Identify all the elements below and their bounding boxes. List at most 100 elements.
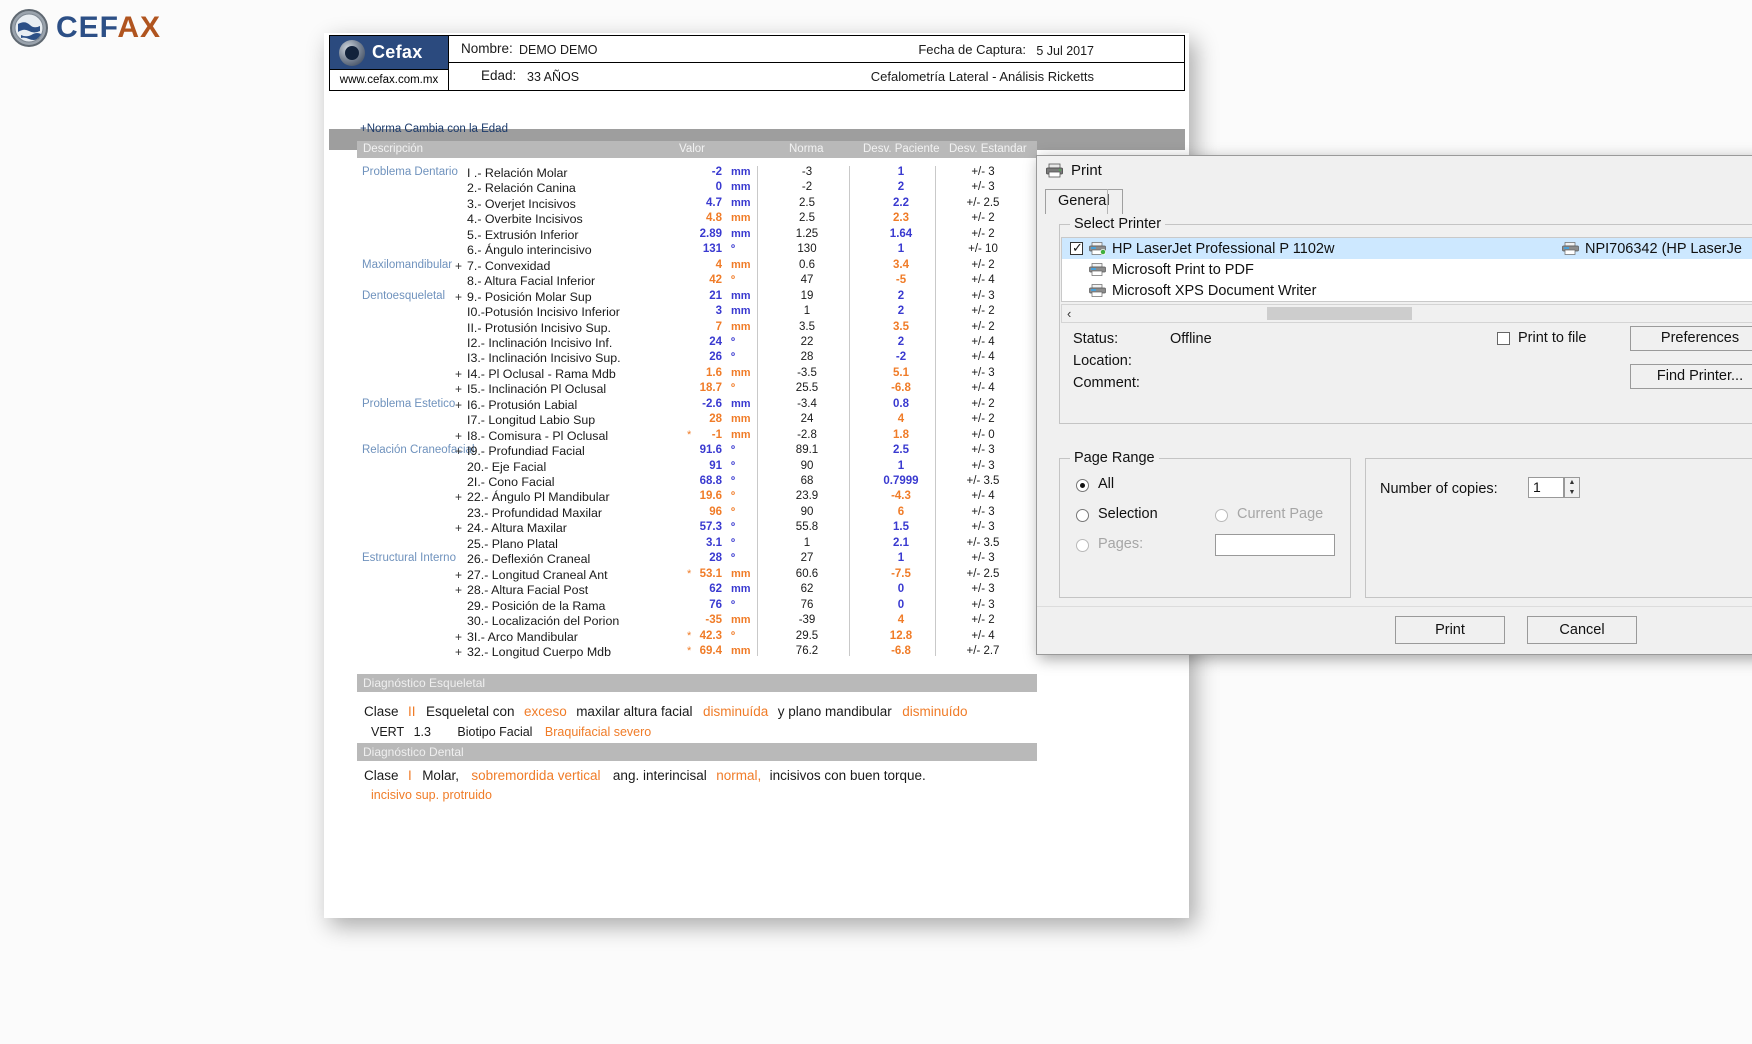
row-desv-estandar: +/- 0 — [971, 428, 995, 441]
row-unit: º — [731, 536, 736, 549]
row-value: 91 — [709, 459, 722, 472]
row-desv-paciente: 3.5 — [893, 320, 909, 333]
name-value: DEMO DEMO — [519, 43, 598, 57]
row-description: 28.- Altura Facial Post — [467, 583, 589, 598]
row-description: II.- Protusión Incisivo Sup. — [467, 320, 611, 335]
row-description: 6.- Ángulo interincisivo — [467, 243, 592, 258]
row-description: 27.- Longitud Craneal Ant — [467, 567, 608, 582]
row-unit: mm — [731, 289, 751, 302]
row-value: 4.8 — [706, 212, 722, 225]
table-row: 25.- Plano Platal 3.1 º 1 2.1 +/- 3.5 — [357, 537, 1037, 552]
row-norma: -3.5 — [797, 366, 817, 379]
row-norma: -3.4 — [797, 397, 817, 410]
scrollbar-thumb[interactable] — [1267, 307, 1412, 320]
page-range-group: Page Range All Selection Current Page Pa… — [1059, 450, 1351, 598]
find-printer-button[interactable]: Find Printer... — [1630, 364, 1752, 389]
age-value: 33 AÑOS — [527, 70, 580, 84]
printer-item-2[interactable]: Microsoft XPS Document Writer — [1062, 280, 1752, 301]
table-row: 30.- Localización del Porion -35 mm -39 4 +/-… — [357, 614, 1037, 629]
row-value: -2.6 — [702, 397, 722, 410]
row-value: 26 — [709, 351, 722, 364]
row-unit: mm — [731, 305, 751, 318]
printer-list[interactable]: HP LaserJet Professional P 1102w Microso… — [1061, 237, 1752, 302]
radio-selection-label: Selection — [1098, 506, 1158, 522]
print-dialog-titlebar[interactable]: Print ✕ — [1037, 156, 1752, 186]
preferences-button[interactable]: Preferences — [1630, 326, 1752, 351]
table-row: 5.- Extrusión Inferior 2.89 mm 1.25 1.64 +/- … — [357, 228, 1037, 243]
col-descripcion: Descripción — [363, 143, 424, 155]
row-desv-paciente: 2 — [897, 289, 905, 302]
row-value: 1.6 — [706, 366, 722, 379]
row-unit: mm — [731, 397, 751, 410]
row-value: 131 — [702, 243, 722, 256]
row-plus-marker: + — [455, 644, 463, 659]
printer-port-column: NPI706342 (HP LaserJe — [1562, 238, 1742, 259]
printer-list-scrollbar[interactable]: ‹ › — [1061, 304, 1752, 323]
printer-name-2: Microsoft XPS Document Writer — [1112, 282, 1317, 299]
name-label: Nombre: — [461, 41, 513, 56]
report-logo-word: Cefax — [372, 42, 423, 62]
row-desv-estandar: +/- 4 — [971, 335, 995, 348]
row-desv-paciente: 1.8 — [893, 428, 909, 441]
row-unit: mm — [731, 413, 751, 426]
diag-dental-band: Diagnóstico Dental — [357, 743, 1037, 761]
cancel-button[interactable]: Cancel — [1527, 616, 1637, 644]
capture-date-label: Fecha de Captura: — [918, 42, 1026, 57]
row-norma: 29.5 — [795, 629, 819, 642]
row-unit: º — [731, 459, 736, 472]
stepper-down-icon[interactable]: ▼ — [1565, 489, 1579, 498]
row-desv-paciente: 0 — [897, 598, 905, 611]
radio-pages[interactable] — [1076, 539, 1089, 552]
radio-all[interactable] — [1076, 479, 1089, 492]
stepper-up-icon[interactable]: ▲ — [1565, 479, 1579, 488]
tab-general[interactable]: General — [1045, 189, 1123, 214]
diag-sk-hl1: exceso — [523, 704, 567, 719]
diag-skeletal-line-1: Clase II Esqueletal con exceso maxilar a… — [364, 703, 968, 721]
brand-part-2: AX — [117, 11, 162, 44]
report-header-row-name: Nombre: DEMO DEMO Fecha de Captura: 5 Ju… — [449, 35, 1185, 63]
row-description: 2.- Relación Canina — [467, 181, 576, 196]
table-row: Estructural Interno 26.- Deflexión Cranea… — [357, 552, 1037, 567]
row-norma: 1 — [803, 305, 811, 318]
measurements-table-header: Descripción Valor Norma Desv. Paciente D… — [357, 141, 1037, 158]
row-desv-paciente: 1 — [897, 243, 905, 256]
row-plus-marker: + — [455, 629, 463, 644]
row-desv-paciente: -5 — [895, 274, 907, 287]
dialog-footer-divider — [1037, 606, 1752, 607]
table-row: +24.- Altura Maxilar 57.3 º 55.8 1.5 +/- 3 — [357, 521, 1037, 536]
row-description: 24.- Altura Maxilar — [467, 521, 567, 536]
row-description: 30.- Localización del Porion — [467, 614, 620, 629]
row-value: 19.6 — [699, 490, 722, 503]
row-desv-paciente: -6.8 — [891, 644, 911, 657]
radio-selection[interactable] — [1076, 509, 1089, 522]
row-unit: º — [731, 552, 736, 565]
copies-input[interactable]: 1 — [1528, 477, 1564, 498]
row-desv-paciente: 0.8 — [893, 397, 909, 410]
table-row: + I8.- Comisura - Pl Oclusal * -1 mm -2.8 1.8 +… — [357, 429, 1037, 444]
print-to-file-checkbox[interactable] — [1497, 332, 1510, 345]
copies-stepper[interactable]: ▲ ▼ — [1564, 477, 1580, 498]
printer-item-1[interactable]: Microsoft Print to PDF — [1062, 259, 1752, 280]
row-desv-estandar: +/- 3 — [971, 598, 995, 611]
row-desv-estandar: +/- 2 — [971, 413, 995, 426]
diag-dental-line-1: Clase I Molar, sobremordida vertical ang… — [364, 767, 926, 785]
copies-group: Number of copies: 1 ▲ ▼ — [1365, 458, 1752, 598]
row-desv-paciente: 1 — [897, 166, 905, 178]
table-row: Dentoesqueletal +9.- Posición Molar Sup 21… — [357, 290, 1037, 305]
row-desv-paciente: 12.8 — [889, 629, 913, 642]
row-unit: º — [731, 335, 736, 348]
row-desv-paciente: 1.5 — [893, 521, 909, 534]
pages-input[interactable] — [1215, 534, 1335, 556]
row-desv-estandar: +/- 2 — [971, 305, 995, 318]
radio-current-page[interactable] — [1215, 509, 1228, 522]
print-button[interactable]: Print — [1395, 616, 1505, 644]
row-desv-paciente: 6 — [897, 505, 905, 518]
chevron-left-icon[interactable]: ‹ — [1067, 306, 1071, 321]
row-desv-paciente: 4 — [897, 614, 905, 627]
col-desv-paciente: Desv. Paciente — [863, 143, 940, 155]
row-desv-estandar: +/- 3 — [971, 366, 995, 379]
row-desv-estandar: +/- 3 — [971, 289, 995, 302]
row-desv-estandar: +/- 3 — [971, 583, 995, 596]
select-printer-group: Select Printer HP LaserJet Professional … — [1059, 216, 1752, 424]
row-plus-marker: + — [455, 397, 463, 412]
